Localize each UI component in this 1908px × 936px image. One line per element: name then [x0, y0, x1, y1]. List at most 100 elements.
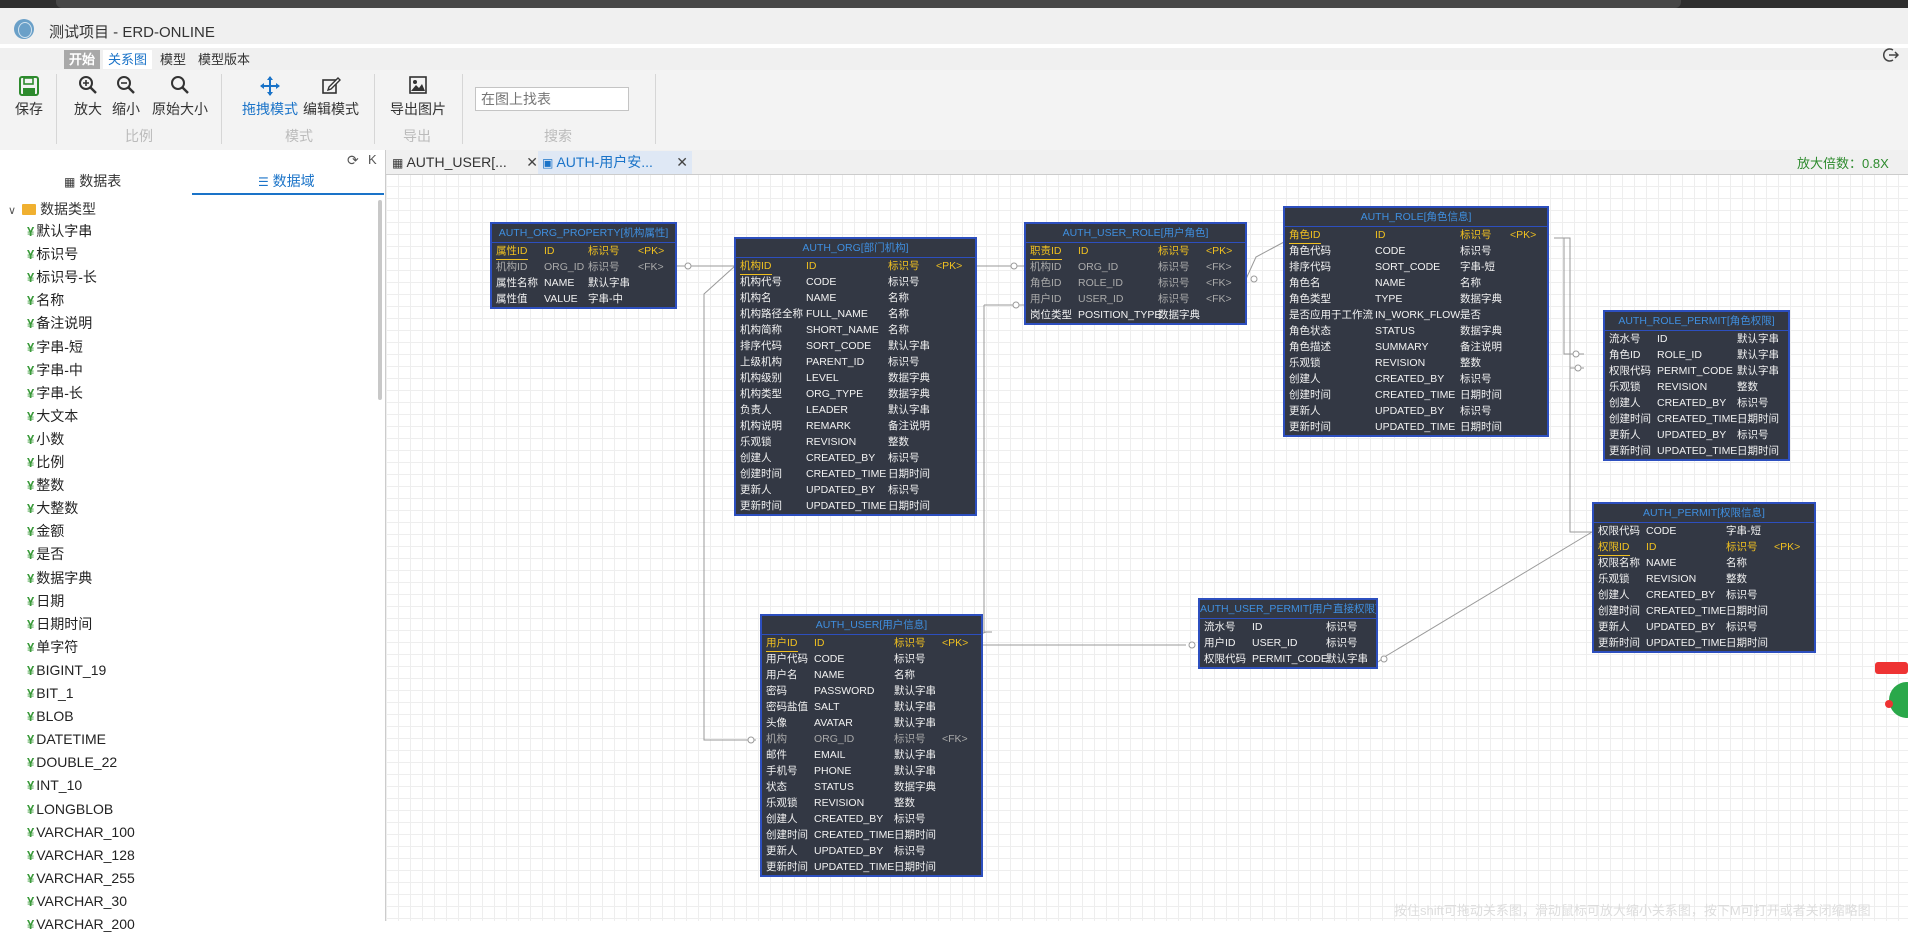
close-icon[interactable]: ✕ — [676, 151, 688, 174]
domain-item[interactable]: ¥ VARCHAR_100 — [27, 821, 135, 844]
entity-field-row[interactable]: 乐观锁 REVISION 整数 — [1594, 571, 1814, 587]
domain-item[interactable]: ¥ 日期 — [27, 590, 64, 613]
entity-field-row[interactable]: 机构说明 REMARK 备注说明 — [736, 418, 975, 434]
domain-item[interactable]: ¥ 标识号 — [27, 243, 78, 266]
domain-item[interactable]: ¥ 是否 — [27, 543, 64, 566]
domain-item[interactable]: ¥ LONGBLOB — [27, 798, 113, 821]
entity-field-row[interactable]: 流水号 ID 标识号 — [1200, 619, 1376, 635]
entity-field-row[interactable]: 职责ID ID 标识号 <PK> — [1026, 243, 1245, 260]
entity-field-row[interactable]: 角色类型 TYPE 数据字典 — [1285, 291, 1547, 307]
entity-field-row[interactable]: 更新人 UPDATED_BY 标识号 — [736, 482, 975, 498]
entity-field-row[interactable]: 属性名称 NAME 默认字串 — [492, 275, 675, 291]
domain-item[interactable]: ¥ 大文本 — [27, 405, 78, 428]
entity-auth-org[interactable]: AUTH_ORG[部门机构] 机构ID ID 标识号 <PK> 机构代号 CODE 标识号 机构… — [734, 237, 977, 516]
entity-field-row[interactable]: 负责人 LEADER 默认字串 — [736, 402, 975, 418]
domain-item[interactable]: ¥ 字串-中 — [27, 359, 83, 382]
save-button[interactable]: 保存 — [12, 75, 46, 119]
entity-field-row[interactable]: 流水号 ID 默认字串 — [1605, 331, 1788, 347]
entity-field-row[interactable]: 权限代码 PERMIT_CODE 默认字串 — [1605, 363, 1788, 379]
logout-icon[interactable] — [1883, 47, 1900, 63]
entity-auth-user[interactable]: AUTH_USER[用户信息] 用户ID ID 标识号 <PK> 用户代码 CODE 标识号用… — [760, 614, 983, 877]
domain-item[interactable]: ¥ 标识号-长 — [27, 266, 97, 289]
entity-field-row[interactable]: 机构 ORG_ID 标识号 <FK> — [762, 731, 981, 747]
entity-field-row[interactable]: 用户ID USER_ID 标识号 <FK> — [1026, 291, 1245, 307]
domain-item[interactable]: ¥ 金额 — [27, 520, 64, 543]
domain-item[interactable]: ¥ 日期时间 — [27, 613, 92, 636]
original-size-button[interactable]: 原始大小 — [149, 75, 211, 119]
entity-field-row[interactable]: 创建时间 CREATED_TIME 日期时间 — [1594, 603, 1814, 619]
tab-data-domains[interactable]: ☰ 数据域 — [258, 171, 315, 191]
entity-auth-permit[interactable]: AUTH_PERMIT[权限信息] 权限代码 CODE 字串-短 权限ID ID 标识号 <P… — [1592, 502, 1816, 653]
entity-field-row[interactable]: 用户ID ID 标识号 <PK> — [762, 635, 981, 652]
tab-data-tables[interactable]: ▦ 数据表 — [64, 171, 121, 191]
doc-tab-auth-user-security[interactable]: ▣ AUTH-用户安... ✕ — [538, 151, 692, 174]
edit-mode-button[interactable]: 编辑模式 — [302, 75, 360, 119]
zoom-out-button[interactable]: 缩小 — [110, 75, 142, 119]
entity-field-row[interactable]: 更新人 UPDATED_BY 标识号 — [1605, 427, 1788, 443]
entity-field-row[interactable]: 手机号 PHONE 默认字串 — [762, 763, 981, 779]
entity-field-row[interactable]: 角色状态 STATUS 数据字典 — [1285, 323, 1547, 339]
domain-item[interactable]: ¥ BIT_1 — [27, 682, 74, 705]
entity-field-row[interactable]: 创建时间 CREATED_TIME 日期时间 — [1605, 411, 1788, 427]
entity-field-row[interactable]: 更新人 UPDATED_BY 标识号 — [1285, 403, 1547, 419]
entity-field-row[interactable]: 权限代码 CODE 字串-短 — [1594, 523, 1814, 539]
entity-field-row[interactable]: 角色代码 CODE 标识号 — [1285, 243, 1547, 259]
entity-field-row[interactable]: 密码 PASSWORD 默认字串 — [762, 683, 981, 699]
domain-item[interactable]: ¥ BLOB — [27, 705, 74, 728]
entity-field-row[interactable]: 权限代码 PERMIT_CODE 默认字串 — [1200, 651, 1376, 667]
entity-field-row[interactable]: 机构类型 ORG_TYPE 数据字典 — [736, 386, 975, 402]
entity-field-row[interactable]: 权限ID ID 标识号 <PK> — [1594, 539, 1814, 556]
entity-field-row[interactable]: 角色ID ID 标识号 <PK> — [1285, 227, 1547, 244]
entity-field-row[interactable]: 机构名 NAME 名称 — [736, 290, 975, 306]
drag-mode-button[interactable]: 拖拽模式 — [241, 75, 299, 119]
entity-field-row[interactable]: 更新人 UPDATED_BY 标识号 — [762, 843, 981, 859]
entity-field-row[interactable]: 是否应用于工作流 IN_WORK_FLOW 是否 — [1285, 307, 1547, 323]
entity-field-row[interactable]: 角色ID ROLE_ID 标识号 <FK> — [1026, 275, 1245, 291]
entity-field-row[interactable]: 属性值 VALUE 字串-中 — [492, 291, 675, 307]
domain-item[interactable]: ¥ 大整数 — [27, 497, 78, 520]
close-icon[interactable]: ✕ — [526, 151, 538, 174]
domain-item[interactable]: ¥ DATETIME — [27, 728, 106, 751]
entity-field-row[interactable]: 创建时间 CREATED_TIME 日期时间 — [762, 827, 981, 843]
entity-field-row[interactable]: 邮件 EMAIL 默认字串 — [762, 747, 981, 763]
entity-field-row[interactable]: 头像 AVATAR 默认字串 — [762, 715, 981, 731]
domain-item[interactable]: ¥ VARCHAR_30 — [27, 890, 127, 913]
entity-field-row[interactable]: 更新时间 UPDATED_TIME 日期时间 — [1605, 443, 1788, 459]
entity-field-row[interactable]: 用户名 NAME 名称 — [762, 667, 981, 683]
entity-field-row[interactable]: 更新人 UPDATED_BY 标识号 — [1594, 619, 1814, 635]
domain-item[interactable]: ¥ 名称 — [27, 289, 64, 312]
domain-item[interactable]: ¥ BIGINT_19 — [27, 659, 106, 682]
entity-field-row[interactable]: 机构路径全称 FULL_NAME 名称 — [736, 306, 975, 322]
entity-field-row[interactable]: 更新时间 UPDATED_TIME 日期时间 — [762, 859, 981, 875]
zoom-in-button[interactable]: 放大 — [72, 75, 104, 119]
menu-tab-model-version[interactable]: 模型版本 — [193, 50, 255, 69]
floating-assistant-badge[interactable] — [1875, 660, 1908, 730]
entity-field-row[interactable]: 乐观锁 REVISION 整数 — [736, 434, 975, 450]
domain-item[interactable]: ¥ 比例 — [27, 451, 64, 474]
domain-item[interactable]: ¥ VARCHAR_200 — [27, 913, 135, 936]
domain-item[interactable]: ¥ 字串-短 — [27, 336, 83, 359]
entity-field-row[interactable]: 乐观锁 REVISION 整数 — [1285, 355, 1547, 371]
export-image-button[interactable]: 导出图片 — [388, 75, 448, 119]
domain-item[interactable]: ¥ DOUBLE_22 — [27, 751, 117, 774]
entity-field-row[interactable]: 排序代码 SORT_CODE 默认字串 — [736, 338, 975, 354]
domain-item[interactable]: ¥ 小数 — [27, 428, 64, 451]
entity-field-row[interactable]: 用户代码 CODE 标识号 — [762, 651, 981, 667]
entity-field-row[interactable]: 创建人 CREATED_BY 标识号 — [736, 450, 975, 466]
entity-field-row[interactable]: 机构ID ID 标识号 <PK> — [736, 258, 975, 275]
entity-field-row[interactable]: 密码盐值 SALT 默认字串 — [762, 699, 981, 715]
domain-item[interactable]: ¥ 备注说明 — [27, 312, 92, 335]
domain-item[interactable]: ¥ 整数 — [27, 474, 64, 497]
sidebar-scrollbar[interactable] — [378, 200, 382, 400]
entity-field-row[interactable]: 用户ID USER_ID 标识号 — [1200, 635, 1376, 651]
domain-item[interactable]: ¥ 单字符 — [27, 636, 78, 659]
entity-field-row[interactable]: 创建时间 CREATED_TIME 日期时间 — [736, 466, 975, 482]
entity-auth-user-permit[interactable]: AUTH_USER_PERMIT[用户直接权限] 流水号 ID 标识号 用户ID USER… — [1198, 598, 1378, 669]
domain-item[interactable]: ¥ 字串-长 — [27, 382, 83, 405]
entity-field-row[interactable]: 属性ID ID 标识号 <PK> — [492, 243, 675, 260]
entity-field-row[interactable]: 权限名称 NAME 名称 — [1594, 555, 1814, 571]
domain-item[interactable]: ¥ INT_10 — [27, 774, 82, 797]
domain-item[interactable]: ¥ 数据字典 — [27, 567, 92, 590]
entity-auth-role-permit[interactable]: AUTH_ROLE_PERMIT[角色权限] 流水号 ID 默认字串 角色ID ROLE_… — [1603, 310, 1790, 461]
entity-field-row[interactable]: 机构代号 CODE 标识号 — [736, 274, 975, 290]
